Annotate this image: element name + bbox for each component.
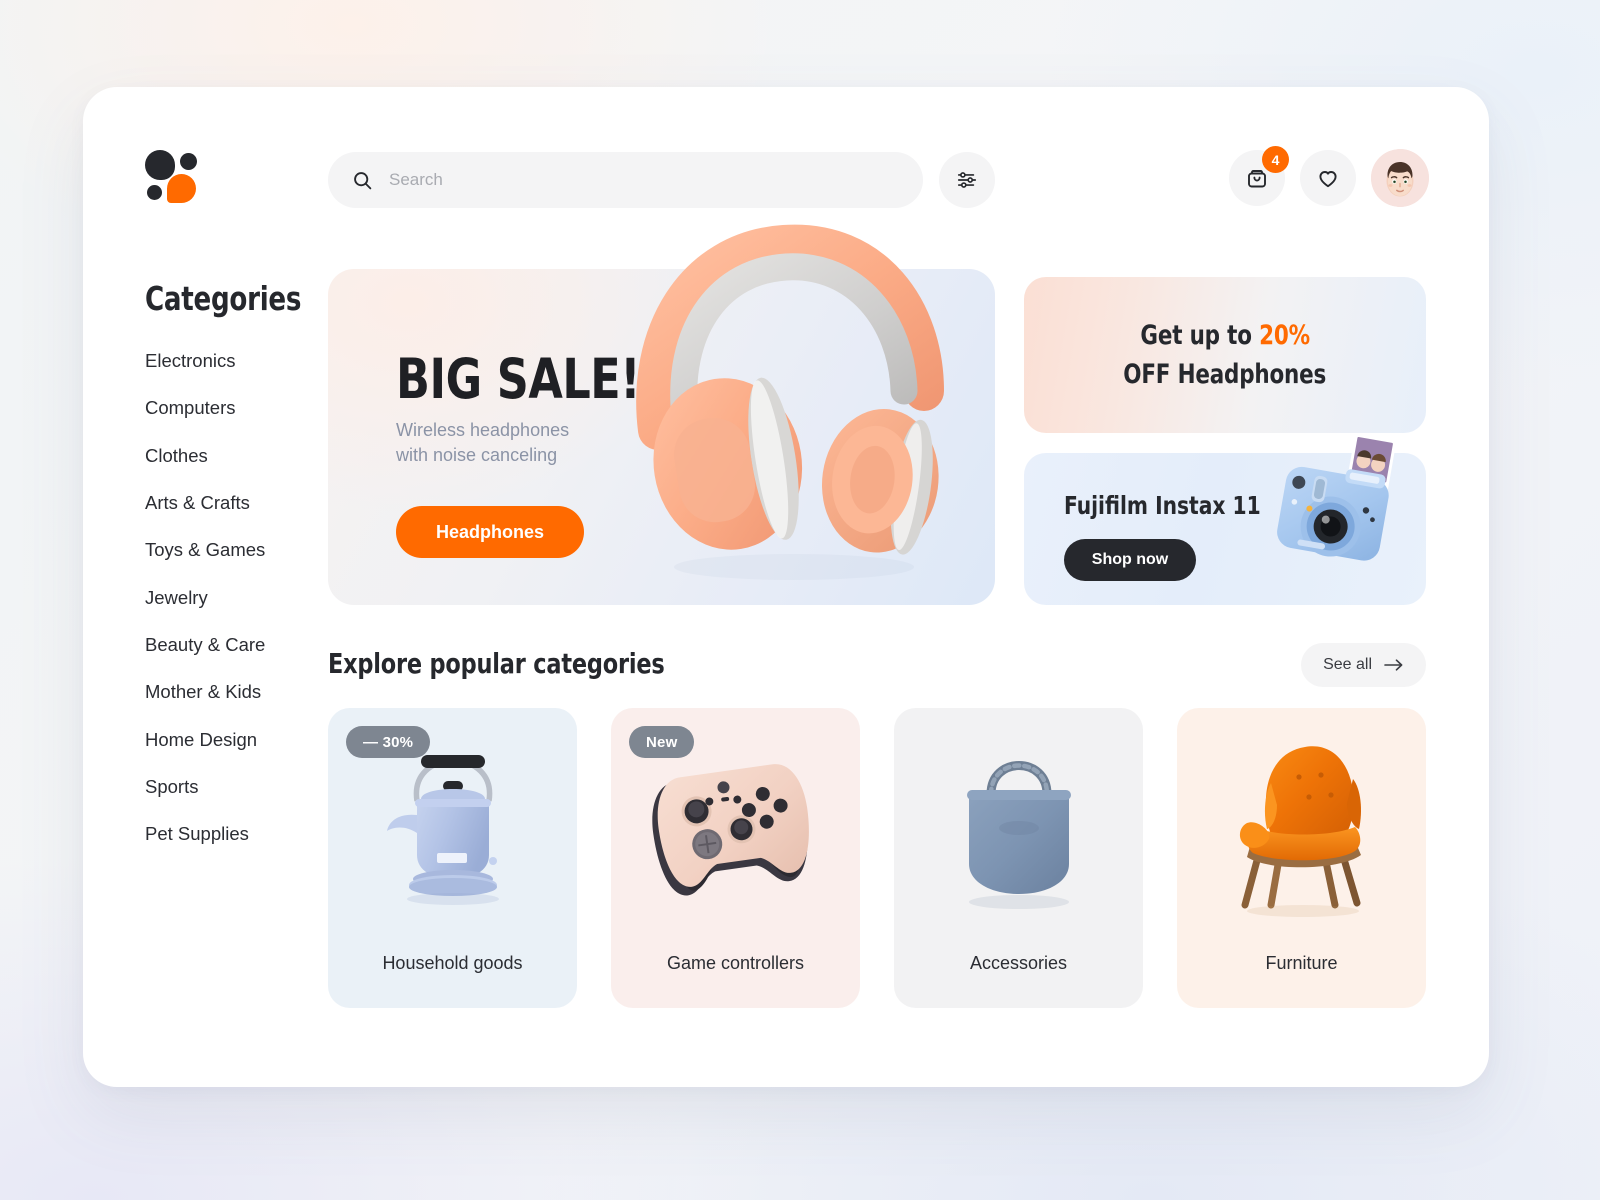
brand-logo[interactable]	[145, 150, 197, 203]
category-card-label: Furniture	[1265, 953, 1338, 973]
promo-discount-accent: 20%	[1258, 320, 1310, 351]
logo-shape-small-dark-bottom	[147, 185, 162, 200]
category-card-furniture[interactable]: Furniture	[1177, 708, 1426, 1008]
hero-subtitle-line1: Wireless headphones	[396, 420, 570, 440]
promo-discount-prefix: Get up to	[1140, 320, 1259, 351]
logo-shape-large-dark	[145, 150, 175, 180]
arrow-right-icon	[1384, 659, 1403, 671]
filter-button[interactable]	[939, 152, 995, 208]
promo-camera-title: Fujifilm Instax 11	[1064, 491, 1261, 520]
promo-discount-line2: OFF Headphones	[1123, 359, 1327, 390]
promo-discount-card[interactable]: Get up to 20% OFF Headphones	[1024, 277, 1426, 433]
search-input[interactable]	[389, 170, 899, 190]
header-actions: 4	[1229, 146, 1429, 207]
shopping-bag-icon	[1248, 170, 1266, 188]
sliders-icon	[957, 172, 977, 188]
logo-shape-orange	[167, 174, 196, 203]
sidebar-item-sports[interactable]: Sports	[145, 776, 330, 797]
category-card-game-controllers[interactable]: New Game controllers	[611, 708, 860, 1008]
shop-now-button[interactable]: Shop now	[1064, 539, 1196, 581]
explore-title: Explore popular categories	[328, 647, 665, 680]
sidebar-item-clothes[interactable]: Clothes	[145, 445, 330, 466]
sidebar-item-mother-kids[interactable]: Mother & Kids	[145, 682, 330, 703]
logo-shape-small-dark-top	[180, 153, 197, 170]
app-header: 4	[83, 87, 1489, 237]
user-avatar[interactable]	[1371, 149, 1429, 207]
category-card-label: Game controllers	[666, 953, 805, 973]
sidebar-item-home-design[interactable]: Home Design	[145, 729, 330, 750]
category-card-label: Household goods	[382, 953, 523, 973]
category-card-label: Accessories	[969, 953, 1068, 973]
category-card-household-goods[interactable]: — 30% Household goods	[328, 708, 577, 1008]
hero-banner[interactable]: BIG SALE! Wireless headphones with noise…	[328, 224, 995, 605]
explore-section-header: Explore popular categories See all	[328, 643, 1426, 691]
wishlist-button[interactable]	[1300, 150, 1356, 206]
hero-title: BIG SALE!	[396, 347, 641, 411]
search-icon	[354, 171, 372, 189]
promo-camera-card[interactable]: Fujifilm Instax 11 Shop now	[1024, 433, 1426, 605]
sidebar-item-computers[interactable]: Computers	[145, 397, 330, 418]
sidebar-item-arts-crafts[interactable]: Arts & Crafts	[145, 492, 330, 513]
categories-sidebar: Categories Electronics Computers Clothes…	[145, 279, 330, 872]
avatar-memoji	[1371, 149, 1429, 207]
hero-subtitle: Wireless headphones with noise canceling	[396, 418, 569, 468]
sidebar-item-electronics[interactable]: Electronics	[145, 350, 330, 371]
search-bar[interactable]	[328, 152, 923, 208]
discount-badge: — 30%	[346, 726, 431, 758]
sidebar-item-pet-supplies[interactable]: Pet Supplies	[145, 824, 330, 845]
instant-camera-image	[1277, 433, 1397, 561]
hero-subtitle-line2: with noise canceling	[396, 444, 558, 465]
headphones-image	[636, 224, 944, 580]
armchair-image	[1177, 726, 1426, 926]
app-window: 4	[83, 87, 1489, 1087]
heart-icon	[1319, 171, 1337, 188]
tote-bag-image	[894, 726, 1143, 926]
see-all-label: See all	[1323, 656, 1372, 673]
sidebar-item-jewelry[interactable]: Jewelry	[145, 587, 330, 608]
cart-badge-count: 4	[1262, 146, 1289, 173]
see-all-button[interactable]: See all	[1301, 643, 1426, 687]
category-card-accessories[interactable]: Accessories	[894, 708, 1143, 1008]
sidebar-item-beauty-care[interactable]: Beauty & Care	[145, 634, 330, 655]
sidebar-title: Categories	[145, 279, 302, 318]
promo-discount-line1: Get up to 20%	[1140, 320, 1310, 351]
cart-button[interactable]: 4	[1229, 146, 1289, 206]
new-badge: New	[629, 726, 695, 758]
popular-categories-grid: — 30% Household goods New Game controlle…	[328, 708, 1426, 1087]
hero-cta-button[interactable]: Headphones	[396, 506, 584, 558]
sidebar-item-toys-games[interactable]: Toys & Games	[145, 540, 330, 561]
